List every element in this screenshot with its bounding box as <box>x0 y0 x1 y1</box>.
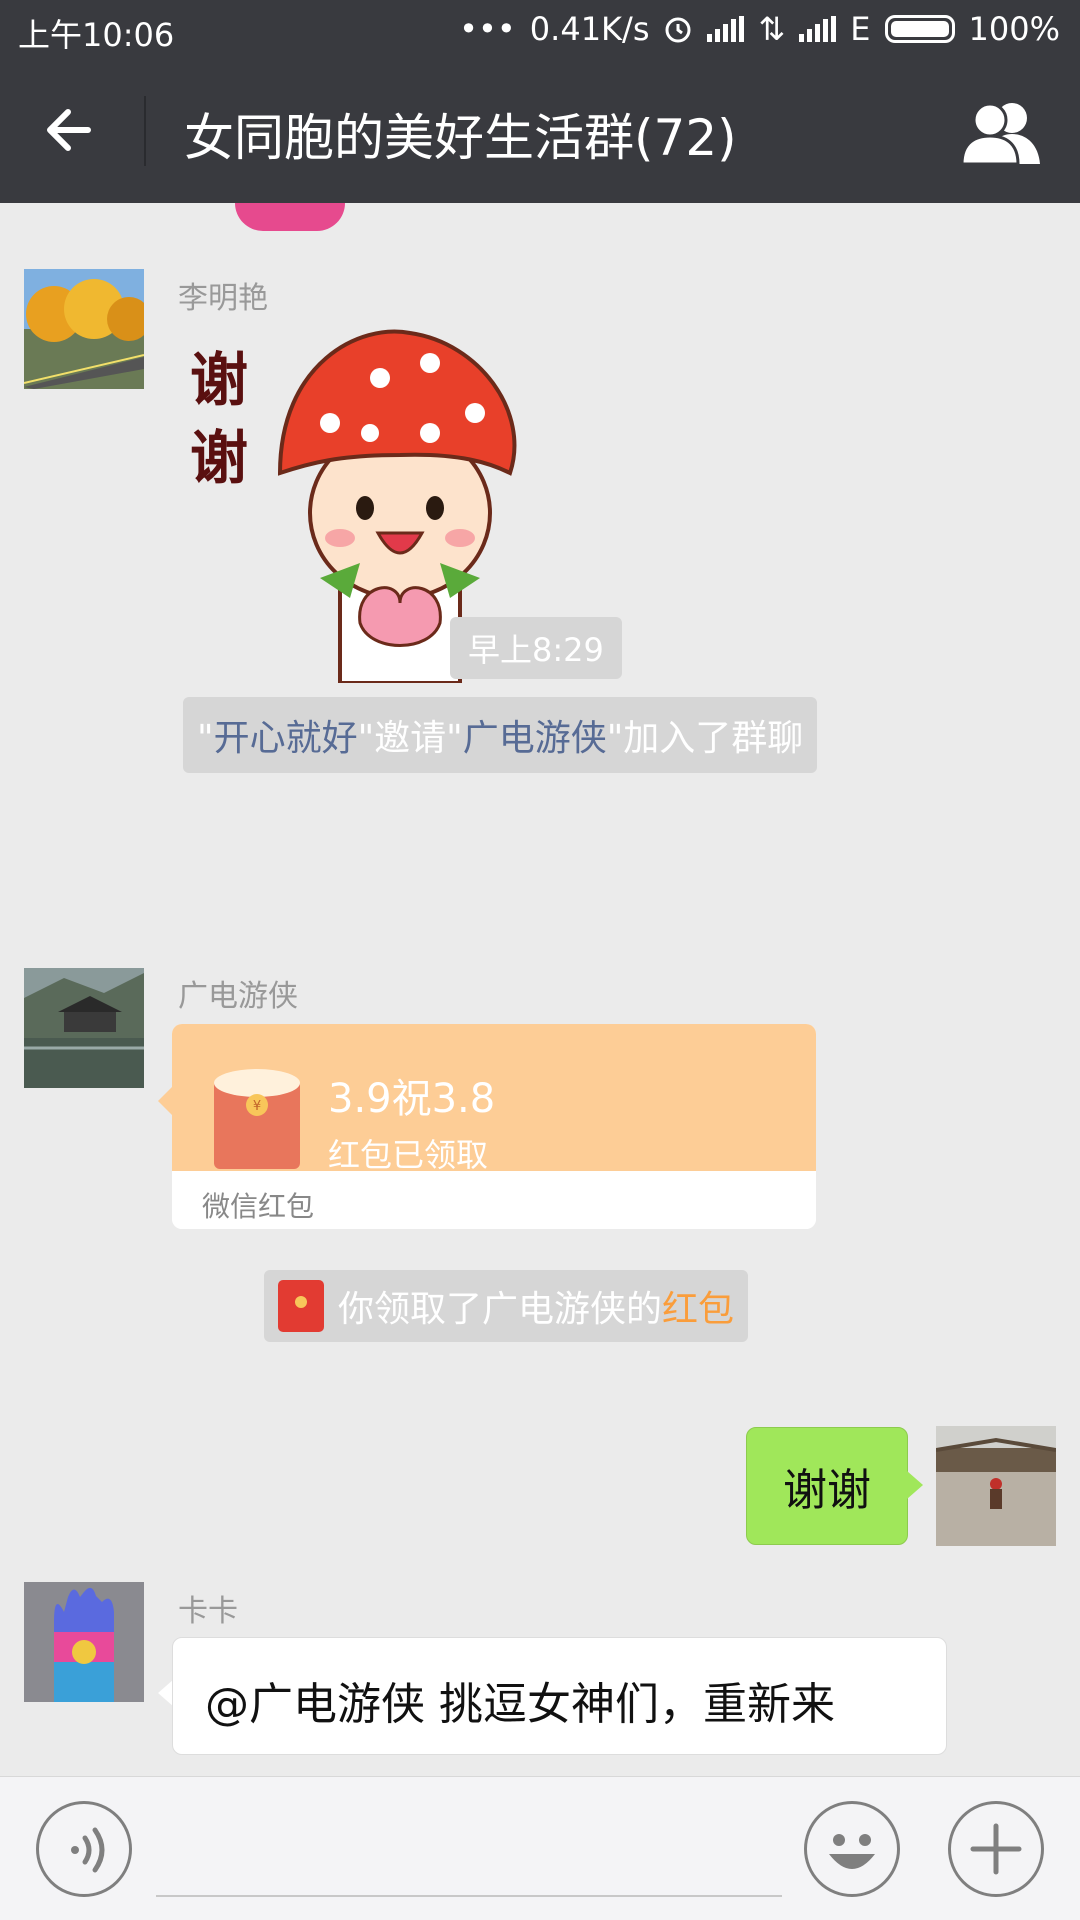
battery-level: 100% <box>968 10 1060 48</box>
battery-icon <box>884 15 955 43</box>
message-input[interactable] <box>156 1895 782 1897</box>
red-envelope-icon <box>278 1280 324 1332</box>
alarm-icon <box>665 17 691 43</box>
message-text: @广电游侠 挑逗女神们，重新来 <box>205 1679 835 1730</box>
avatar-image <box>24 1582 144 1702</box>
avatar[interactable] <box>24 269 144 389</box>
red-packet-link[interactable]: 红包 <box>662 1289 734 1330</box>
chat-header: 女同胞的美好生活群(72) <box>0 60 1080 203</box>
message-text: 谢谢 <box>783 1465 871 1516</box>
bubble-tail <box>907 1471 923 1499</box>
message-bubble-incoming[interactable]: @广电游侠 挑逗女神们，重新来 <box>172 1637 947 1755</box>
red-envelope-icon: ¥ <box>214 1069 300 1169</box>
invitee-link[interactable]: 广电游侠 <box>463 718 607 759</box>
avatar[interactable] <box>24 1582 144 1702</box>
sender-name: 广电游侠 <box>178 979 298 1014</box>
message-list[interactable]: 李明艳 谢 谢 早上8:29 "开心就好"邀请"广电游侠"加入了群聊 广电游侠 … <box>0 203 1080 1776</box>
more-dots-icon: ••• <box>459 10 516 48</box>
avatar-image <box>936 1426 1056 1546</box>
data-transfer-icon: ⇅ <box>758 10 786 48</box>
input-bar <box>0 1776 1080 1920</box>
sender-name: 卡卡 <box>178 1594 238 1629</box>
sticker-image[interactable] <box>235 203 345 231</box>
timestamp-chip: 早上8:29 <box>450 617 622 679</box>
signal-icon <box>707 16 745 42</box>
group-members-icon[interactable] <box>960 98 1042 166</box>
red-packet-card[interactable]: ¥ 3.9祝3.8 红包已领取 微信红包 <box>172 1024 816 1229</box>
avatar[interactable] <box>24 968 144 1088</box>
svg-text:¥: ¥ <box>253 1099 261 1114</box>
plus-icon <box>970 1823 1022 1875</box>
header-divider <box>144 96 146 166</box>
avatar-image <box>24 968 144 1088</box>
back-arrow-icon[interactable] <box>40 100 100 160</box>
status-bar: 上午10:06 ••• 0.41K/s ⇅ E 100% <box>0 0 1080 60</box>
signal-icon <box>799 16 837 42</box>
red-packet-status: 红包已领取 <box>328 1136 489 1174</box>
more-options-button[interactable] <box>948 1801 1044 1897</box>
chat-title: 女同胞的美好生活群(72) <box>184 109 737 167</box>
network-type: E <box>850 10 871 48</box>
sender-name: 李明艳 <box>178 281 268 316</box>
red-packet-title: 3.9祝3.8 <box>328 1076 496 1122</box>
voice-icon <box>71 1827 105 1873</box>
inviter-link[interactable]: 开心就好 <box>214 718 358 759</box>
avatar-image <box>24 269 144 389</box>
network-speed: 0.41K/s <box>529 10 650 48</box>
status-time: 上午10:06 <box>18 16 175 54</box>
my-avatar[interactable] <box>936 1426 1056 1546</box>
system-message: "开心就好"邀请"广电游侠"加入了群聊 <box>183 697 818 773</box>
emoji-button[interactable] <box>804 1801 900 1897</box>
red-packet-footer: 微信红包 <box>172 1171 816 1229</box>
system-message: 你领取了广电游侠的红包 <box>264 1270 749 1342</box>
status-indicators: ••• 0.41K/s ⇅ E 100% <box>459 10 1060 48</box>
voice-button[interactable] <box>36 1801 132 1897</box>
sticker-caption: 谢 谢 <box>190 346 249 492</box>
smiley-icon <box>829 1834 875 1869</box>
message-bubble-outgoing[interactable]: 谢谢 <box>746 1427 908 1545</box>
red-packet-body: ¥ 3.9祝3.8 红包已领取 <box>172 1024 816 1174</box>
